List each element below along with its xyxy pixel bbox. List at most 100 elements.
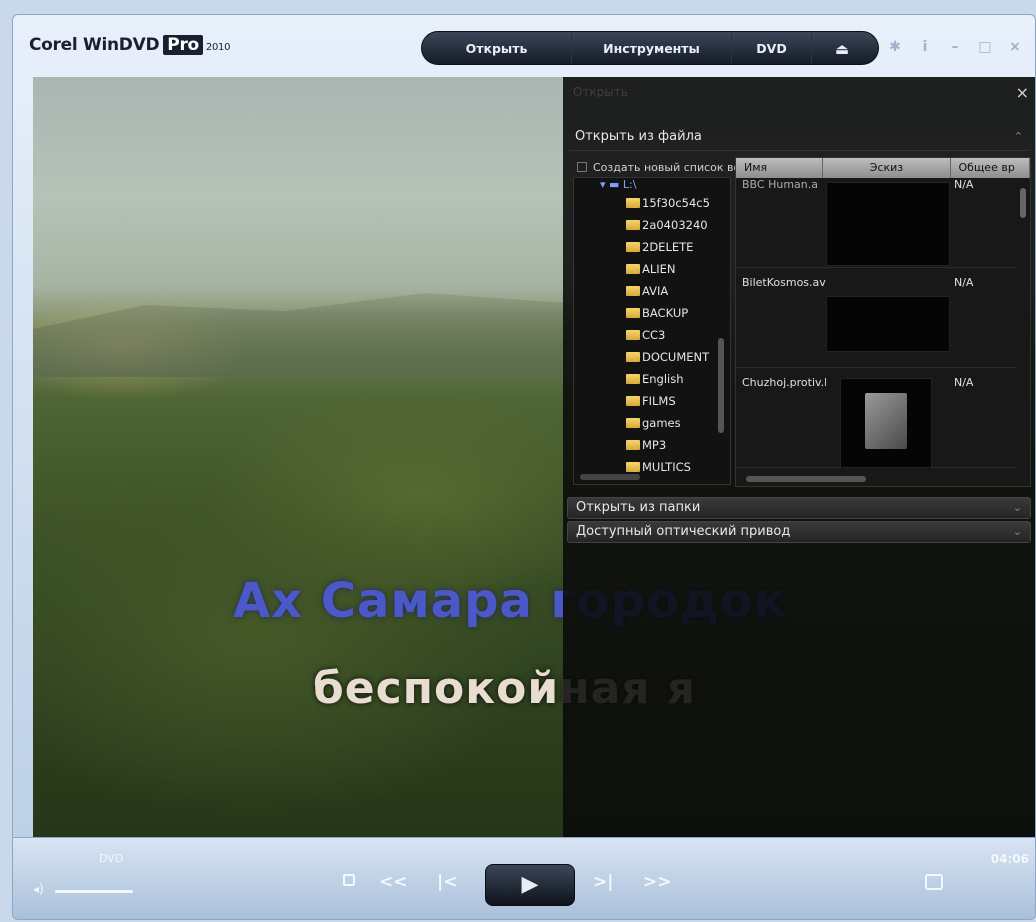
file-duration: N/A [954,178,974,191]
tree-folder-label: ALIEN [642,262,676,276]
stop-button[interactable] [343,874,355,886]
file-duration: N/A [954,376,974,389]
checkbox-icon[interactable] [577,162,587,172]
folder-icon [626,220,640,230]
tree-folder[interactable]: 2a0403240 [626,218,708,232]
tree-folder[interactable]: MP3 [626,438,666,452]
open-panel-title: Открыть [573,85,628,99]
video-file-icon [865,393,907,449]
menu-tools[interactable]: Инструменты [572,32,732,64]
new-playlist-label: Создать новый список вос [593,161,747,174]
playback-time: 04:06 [990,852,1029,866]
chevron-down-icon: ⌄ [1012,501,1022,514]
tree-folder[interactable]: AVIA [626,284,668,298]
app-title: Corel WinDVD Pro 2010 [29,35,230,55]
tree-folder[interactable]: MULTICS [626,460,691,474]
app-root: Corel WinDVD Pro 2010 Открыть Инструменты … [0,0,1036,922]
main-menu: Открыть Инструменты DVD ⏏ [421,31,879,65]
display-mode-icon[interactable] [925,874,943,890]
player-window: Corel WinDVD Pro 2010 Открыть Инструменты … [12,14,1036,920]
folder-icon [626,264,640,274]
tree-folder-label: MULTICS [642,460,691,474]
close-button[interactable]: × [1007,39,1023,55]
open-panel-header: Открыть × [563,77,1035,117]
info-button[interactable]: i [917,39,933,55]
tree-folder-label: FILMS [642,394,676,408]
folder-icon [626,242,640,252]
open-panel: Открыть × Открыть из файла ⌃ Создать нов… [563,77,1035,837]
folder-icon [626,352,640,362]
tree-folder-label: MP3 [642,438,667,452]
file-row[interactable]: BiletKosmos.avi N/A [736,272,1016,368]
file-list-horizontal-scrollbar[interactable] [746,476,866,482]
maximize-button[interactable]: □ [977,39,993,55]
rewind-button[interactable]: << [379,872,408,892]
folder-icon [626,440,640,450]
folder-icon [626,462,640,472]
source-label: DVD [99,852,124,865]
file-name: BBC Human.a [742,178,818,191]
folder-icon [626,330,640,340]
section-optical-drive-label: Доступный оптический привод [576,524,791,539]
folder-icon [626,198,640,208]
tree-folder-label: AVIA [642,284,669,298]
folder-icon [626,286,640,296]
open-panel-close-button[interactable]: × [1016,83,1029,102]
file-row[interactable]: Chuzhoj.protiv.h N/A [736,372,1016,468]
file-name: Chuzhoj.protiv.h [742,376,826,389]
tree-folder-label: 15f30c54c5 [642,196,710,210]
file-duration: N/A [954,276,974,289]
tree-folder[interactable]: games [626,416,681,430]
tree-root-drive[interactable]: ▾ ▬ L:\ [600,178,636,191]
minimize-button[interactable]: – [947,39,963,55]
file-row[interactable]: BBC Human.a N/A [736,172,1016,268]
tree-folder[interactable]: BACKUP [626,306,688,320]
tree-horizontal-scrollbar[interactable] [580,474,640,480]
app-title-year: 2010 [205,42,231,53]
gear-icon[interactable]: ✱ [887,39,903,55]
tree-folder[interactable]: 15f30c54c5 [626,196,710,210]
tree-folder[interactable]: FILMS [626,394,676,408]
volume-icon[interactable]: ◂) [33,882,44,896]
file-name: BiletKosmos.avi [742,276,826,289]
section-open-from-folder[interactable]: Открыть из папки ⌄ [567,497,1031,519]
tree-vertical-scrollbar[interactable] [718,338,724,433]
folder-icon [626,396,640,406]
previous-chapter-button[interactable]: |< [437,872,457,892]
new-playlist-checkbox[interactable]: Создать новый список вос [577,161,746,174]
tree-folder-label: DOCUMENT [642,350,710,364]
folder-icon [626,374,640,384]
play-button[interactable]: ▶ [485,864,575,906]
tree-folder-label: games [642,416,681,430]
file-thumbnail [840,378,932,468]
chevron-up-icon: ⌃ [1013,130,1023,143]
fast-forward-button[interactable]: >> [643,872,672,892]
app-title-text: Corel WinDVD [29,35,160,55]
tree-folder[interactable]: 2DELETE [626,240,693,254]
folder-tree: ▾ ▬ L:\ 15f30c54c5 2a0403240 2DELETE ALI… [573,177,731,485]
menu-open[interactable]: Открыть [422,32,572,64]
tree-folder-label: English [642,372,684,386]
tree-folder[interactable]: English [626,372,684,386]
file-thumbnail [826,296,950,352]
tree-root-label: L:\ [622,178,637,191]
next-chapter-button[interactable]: >| [593,872,613,892]
folder-icon [626,418,640,428]
file-list-vertical-scrollbar[interactable] [1020,188,1026,218]
tree-folder[interactable]: CC3 [626,328,665,342]
section-open-from-folder-label: Открыть из папки [576,500,701,515]
file-list: Имя Эскиз Общее вр BBC Human.a N/A Bilet… [735,157,1031,487]
title-bar[interactable]: Corel WinDVD Pro 2010 Открыть Инструменты … [13,15,1035,77]
tree-folder[interactable]: DOCUMENT [626,350,709,364]
eject-icon[interactable]: ⏏ [812,32,872,64]
tree-folder[interactable]: ALIEN [626,262,676,276]
file-thumbnail [826,182,950,266]
section-open-from-file[interactable]: Открыть из файла ⌃ [567,127,1031,151]
video-area[interactable]: Ах Самара городок беспокойная я Открыть … [33,77,1035,837]
volume-slider[interactable] [55,890,133,893]
menu-dvd[interactable]: DVD [732,32,812,64]
folder-icon [626,308,640,318]
section-optical-drive[interactable]: Доступный оптический привод ⌄ [567,521,1031,543]
app-title-pro: Pro [163,35,203,55]
tree-folder-label: 2DELETE [642,240,694,254]
